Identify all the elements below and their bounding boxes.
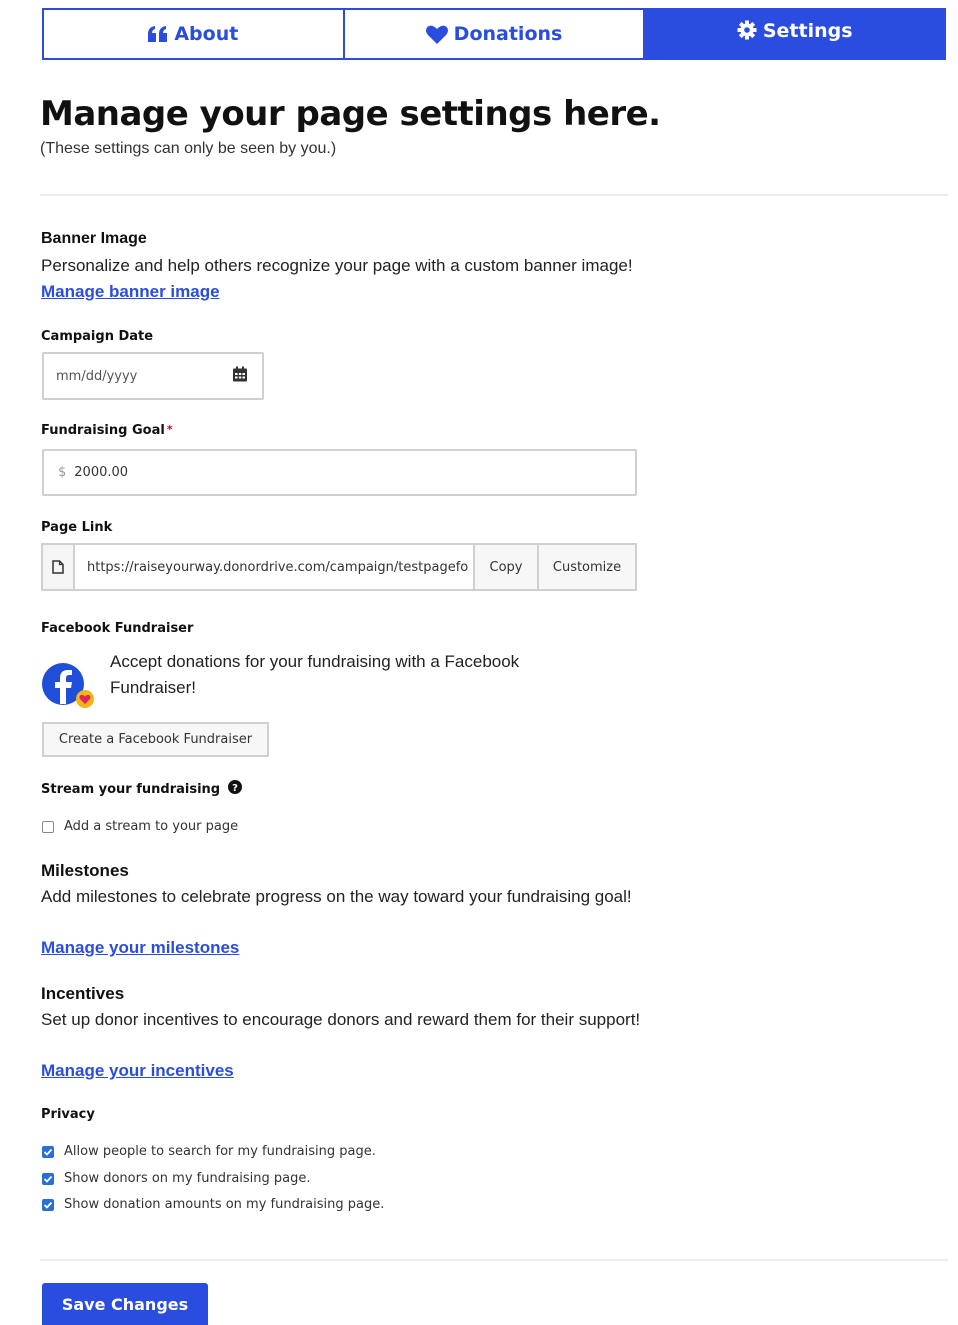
file-icon xyxy=(43,545,75,589)
required-marker: * xyxy=(166,423,173,436)
privacy-option[interactable]: Show donation amounts on my fundraising … xyxy=(42,1197,384,1212)
fundraising-goal-label-text: Fundraising Goal xyxy=(41,423,165,438)
page-link-url[interactable]: https://raiseyourway.donordrive.com/camp… xyxy=(75,545,473,589)
save-changes-button[interactable]: Save Changes xyxy=(42,1283,208,1325)
banner-title: Banner Image xyxy=(41,230,147,247)
privacy-option[interactable]: Show donors on my fundraising page. xyxy=(42,1171,311,1186)
stream-label: Stream your fundraising xyxy=(41,781,221,797)
tab-bar: About Donations Settings xyxy=(42,8,946,60)
privacy-option[interactable]: Allow people to search for my fundraisin… xyxy=(42,1144,376,1159)
copy-button[interactable]: Copy xyxy=(473,545,537,589)
incentives-description: Set up donor incentives to encourage don… xyxy=(41,1010,641,1029)
privacy-option-label: Show donors on my fundraising page. xyxy=(64,1171,311,1186)
tab-donations-label: Donations xyxy=(453,23,563,45)
privacy-label: Privacy xyxy=(41,1107,95,1122)
divider xyxy=(40,1259,948,1261)
tab-about-label: About xyxy=(174,23,239,45)
milestones-title: Milestones xyxy=(41,861,129,880)
svg-text:?: ? xyxy=(232,783,238,794)
tab-donations[interactable]: Donations xyxy=(342,10,644,58)
stream-checkbox-label: Add a stream to your page xyxy=(64,819,239,834)
customize-button[interactable]: Customize xyxy=(537,545,635,589)
campaign-date-label: Campaign Date xyxy=(41,329,154,344)
fundraising-goal-input[interactable]: $ 2000.00 xyxy=(42,449,637,496)
incentives-title: Incentives xyxy=(41,984,125,1003)
manage-incentives-link[interactable]: Manage your incentives xyxy=(41,1061,234,1081)
tab-settings[interactable]: Settings xyxy=(643,10,945,58)
privacy-option-label: Show donation amounts on my fundraising … xyxy=(64,1197,385,1212)
tab-settings-label: Settings xyxy=(762,20,853,42)
manage-milestones-link[interactable]: Manage your milestones xyxy=(41,938,239,958)
facebook-label: Facebook Fundraiser xyxy=(41,621,194,636)
campaign-date-input[interactable]: mm/dd/yyyy xyxy=(42,352,264,400)
manage-banner-link[interactable]: Manage banner image xyxy=(41,282,220,302)
milestones-description: Add milestones to celebrate progress on … xyxy=(41,887,632,906)
heart-icon xyxy=(425,25,448,44)
divider xyxy=(40,194,948,196)
privacy-checkbox-search[interactable] xyxy=(42,1145,54,1158)
privacy-checkbox-amounts[interactable] xyxy=(42,1198,54,1211)
facebook-description: Accept donations for your fundraising wi… xyxy=(110,652,520,697)
stream-option[interactable]: Add a stream to your page xyxy=(42,819,238,834)
page-title: Manage your page settings here. xyxy=(40,94,661,134)
banner-description: Personalize and help others recognize yo… xyxy=(41,256,633,275)
currency-symbol: $ xyxy=(58,465,67,480)
fundraising-goal-value: 2000.00 xyxy=(74,465,129,480)
privacy-checkbox-donors[interactable] xyxy=(42,1172,54,1185)
question-circle-icon[interactable]: ? xyxy=(228,780,243,798)
stream-label-row: Stream your fundraising ? xyxy=(41,780,243,798)
create-facebook-fundraiser-button[interactable]: Create a Facebook Fundraiser xyxy=(42,722,269,757)
page-link-group: https://raiseyourway.donordrive.com/camp… xyxy=(41,543,637,591)
page-link-label: Page Link xyxy=(41,520,113,535)
stream-checkbox[interactable] xyxy=(42,820,54,833)
campaign-date-placeholder: mm/dd/yyyy xyxy=(56,368,138,384)
fundraising-goal-label: Fundraising Goal * xyxy=(41,423,173,438)
gear-icon xyxy=(737,20,757,40)
page-subtitle: (These settings can only be seen by you.… xyxy=(40,140,337,157)
calendar-icon[interactable] xyxy=(232,366,248,386)
quote-icon xyxy=(148,26,168,42)
facebook-fundraiser-icon xyxy=(41,660,97,710)
tab-about[interactable]: About xyxy=(44,10,343,58)
privacy-option-label: Allow people to search for my fundraisin… xyxy=(64,1144,376,1159)
